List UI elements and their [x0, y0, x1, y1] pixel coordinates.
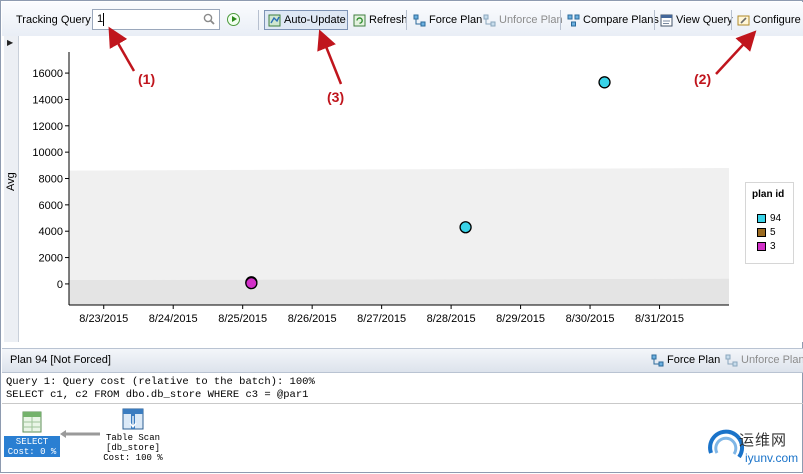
compare-plans-icon	[567, 14, 580, 26]
toolbar-separator	[731, 10, 732, 30]
band-upper	[69, 167, 729, 280]
unforce-plan-icon	[483, 14, 496, 26]
run-icon[interactable]	[227, 13, 240, 26]
toolbar-separator	[406, 10, 407, 30]
toolbar: Tracking Query 1 Auto-Update Refresh For…	[2, 2, 803, 37]
data-point-plan-94	[459, 221, 472, 234]
legend-swatch	[757, 214, 766, 223]
auto-update-button[interactable]: Auto-Update	[264, 10, 348, 30]
legend-item: 94	[757, 213, 781, 224]
query-store-window: Tracking Query 1 Auto-Update Refresh For…	[0, 0, 803, 473]
x-tick-label: 8/28/2015	[427, 313, 476, 325]
legend-title: plan id	[752, 189, 785, 200]
plan-unforce-plan-button[interactable]: Unforce Plan	[722, 350, 803, 370]
chart-pane: ▶ Avg 0 2000 4000 6000 8000 10000 12000 14000 16…	[2, 36, 803, 342]
refresh-button[interactable]: Refresh	[350, 10, 411, 30]
table-scan-icon	[122, 408, 144, 430]
legend-item: 5	[757, 227, 776, 238]
annotation-label-3: (3)	[327, 89, 345, 105]
refresh-icon	[353, 14, 366, 26]
auto-update-icon	[268, 14, 281, 26]
x-tick-label: 8/31/2015	[635, 313, 684, 325]
plan-title: Plan 94 [Not Forced]	[10, 354, 111, 366]
configure-icon	[737, 15, 750, 25]
scatter-chart[interactable]: 0 2000 4000 6000 8000 10000 12000 14000 16000 8/2…	[2, 36, 803, 342]
query-sql-line: SELECT c1, c2 FROM dbo.db_store WHERE c3…	[6, 389, 309, 401]
table-scan-node[interactable]: Table Scan [db_store] Cost: 100 %	[100, 433, 166, 463]
divider	[2, 403, 803, 404]
unforce-plan-button[interactable]: Unforce Plan	[480, 10, 566, 30]
configure-button[interactable]: Configure	[734, 10, 803, 30]
toolbar-separator	[560, 10, 561, 30]
select-node-icon	[22, 411, 42, 433]
tracking-query-label: Tracking Query	[16, 14, 91, 26]
legend-swatch	[757, 242, 766, 251]
force-plan-icon	[651, 354, 664, 366]
toolbar-separator	[654, 10, 655, 30]
x-tick-label: 8/30/2015	[566, 313, 615, 325]
unforce-plan-icon	[725, 354, 738, 366]
watermark: 运维网 iyunv.com	[701, 421, 801, 471]
legend-item: 3	[757, 241, 776, 252]
x-tick-label: 8/26/2015	[288, 313, 337, 325]
y-tick-label: 14000	[32, 94, 63, 106]
y-tick-label: 10000	[32, 147, 63, 159]
x-tick-label: 8/23/2015	[79, 313, 128, 325]
y-tick-label: 12000	[32, 121, 63, 133]
compare-plans-button[interactable]: Compare Plans	[564, 10, 662, 30]
toolbar-separator	[258, 10, 259, 30]
plan-force-plan-button[interactable]: Force Plan	[648, 350, 723, 370]
x-tick-label: 8/27/2015	[357, 313, 406, 325]
y-tick-label: 16000	[32, 68, 63, 80]
band-lower	[69, 278, 729, 305]
y-tick-label: 2000	[39, 253, 63, 265]
y-tick-label: 0	[57, 279, 63, 291]
annotation-label-1: (1)	[138, 71, 156, 87]
x-tick-label: 8/29/2015	[496, 313, 545, 325]
force-plan-button[interactable]: Force Plan	[410, 10, 485, 30]
x-tick-label: 8/24/2015	[149, 313, 198, 325]
force-plan-icon	[413, 14, 426, 26]
data-point-plan-3	[245, 276, 258, 290]
view-query-button[interactable]: View Query	[657, 10, 736, 30]
y-tick-label: 4000	[39, 226, 63, 238]
search-icon[interactable]	[202, 12, 216, 26]
data-point-plan-94	[598, 76, 611, 89]
legend-swatch	[757, 228, 766, 237]
y-tick-label: 8000	[39, 174, 63, 186]
select-node[interactable]: SELECT Cost: 0 %	[4, 436, 60, 457]
text-caret	[103, 13, 104, 26]
y-tick-label: 6000	[39, 200, 63, 212]
query-text: Query 1: Query cost (relative to the bat…	[6, 376, 315, 402]
view-query-icon	[660, 14, 673, 26]
query-cost-line: Query 1: Query cost (relative to the bat…	[6, 376, 315, 388]
annotation-label-2: (2)	[694, 71, 712, 87]
plan-connector-arrow	[60, 430, 100, 438]
plan-bar: Plan 94 [Not Forced] Force Plan Unforce …	[2, 348, 803, 373]
query-id-input[interactable]: 1	[92, 9, 220, 30]
x-tick-label: 8/25/2015	[218, 313, 267, 325]
legend: plan id 94 5 3	[745, 182, 794, 264]
